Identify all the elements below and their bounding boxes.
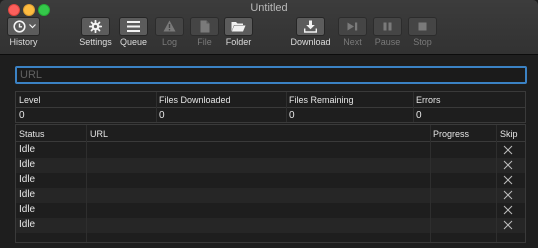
stats-value-files-downloaded: 0 [159, 110, 165, 121]
table-row[interactable]: Idle [16, 143, 525, 158]
stats-header-level: Level [19, 95, 41, 105]
column-header-url[interactable]: URL [90, 129, 108, 139]
list-icon [127, 21, 140, 32]
x-icon[interactable] [503, 145, 513, 155]
column-header-progress[interactable]: Progress [433, 129, 469, 139]
history-label: History [9, 37, 38, 47]
x-icon[interactable] [503, 160, 513, 170]
stats-column-divider [413, 92, 414, 122]
queue-table[interactable]: Status URL Progress Skip Idle Idle Idle … [15, 124, 526, 243]
chevron-down-icon [29, 24, 36, 29]
stats-column-divider [156, 92, 157, 122]
stats-value-level: 0 [19, 110, 25, 121]
row-status: Idle [19, 159, 36, 170]
stats-header-files-remaining: Files Remaining [289, 95, 354, 105]
table-row[interactable]: Idle [16, 158, 525, 173]
app-window: Untitled History Settings Queue Log File… [0, 0, 538, 248]
window-title: Untitled [250, 2, 288, 14]
url-input[interactable] [15, 66, 527, 84]
toolbar: Untitled History Settings Queue Log File… [0, 0, 538, 55]
gear-icon [89, 20, 102, 33]
stats-value-files-remaining: 0 [289, 110, 295, 121]
table-row[interactable]: Idle [16, 188, 525, 203]
folder-label: Folder [225, 37, 252, 47]
stats-value-errors: 0 [416, 110, 422, 121]
skip-forward-icon [347, 22, 358, 31]
stats-header-files-downloaded: Files Downloaded [159, 95, 231, 105]
stop-label: Stop [413, 37, 432, 47]
stats-table: Level Files Downloaded Files Remaining E… [15, 91, 526, 123]
table-row[interactable]: Idle [16, 173, 525, 188]
x-icon[interactable] [503, 205, 513, 215]
column-divider [496, 125, 497, 242]
warning-icon [163, 20, 176, 32]
row-status: Idle [19, 144, 36, 155]
column-divider [86, 125, 87, 242]
column-header-skip[interactable]: Skip [500, 129, 518, 139]
table-row[interactable]: Idle [16, 218, 525, 233]
stats-column-divider [286, 92, 287, 122]
document-icon [200, 20, 210, 33]
pause-icon [383, 22, 392, 31]
stats-divider [16, 107, 525, 108]
row-status: Idle [19, 189, 36, 200]
x-icon[interactable] [503, 190, 513, 200]
column-header-status[interactable]: Status [19, 129, 45, 139]
column-divider [430, 125, 431, 242]
row-status: Idle [19, 219, 36, 230]
download-icon [304, 20, 317, 33]
x-icon[interactable] [503, 220, 513, 230]
stats-header-errors: Errors [416, 95, 441, 105]
row-status: Idle [19, 174, 36, 185]
stop-icon [418, 22, 427, 31]
header-divider [16, 141, 525, 142]
folder-icon [231, 22, 246, 32]
clock-icon [13, 20, 26, 33]
row-status: Idle [19, 204, 36, 215]
table-row[interactable]: Idle [16, 203, 525, 218]
x-icon[interactable] [503, 175, 513, 185]
